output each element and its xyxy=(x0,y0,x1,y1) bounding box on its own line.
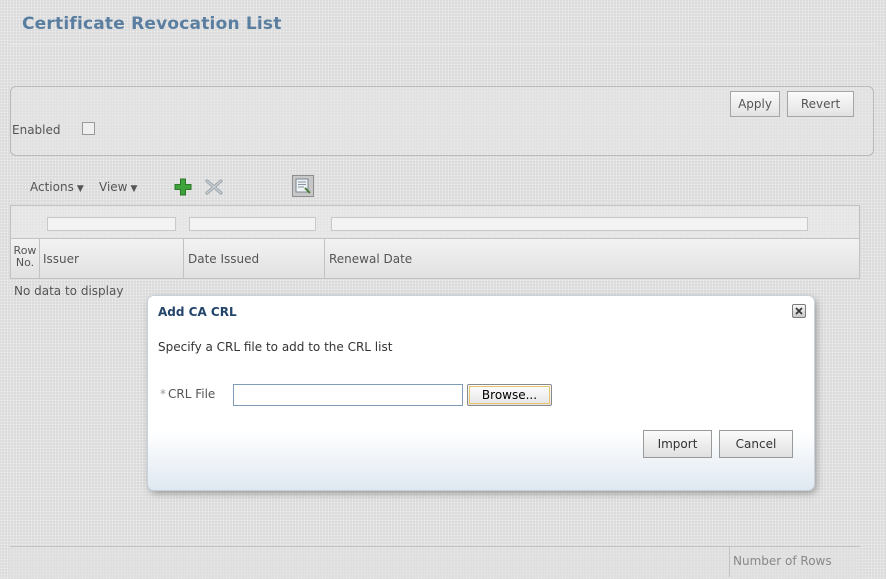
view-menu[interactable]: View ▼ xyxy=(99,180,137,194)
browse-button[interactable]: Browse... xyxy=(467,384,552,406)
enabled-label: Enabled xyxy=(12,123,61,137)
delete-icon[interactable] xyxy=(205,179,223,198)
issuer-column-header[interactable]: Issuer xyxy=(43,239,79,278)
footer-divider xyxy=(729,547,730,577)
actions-menu-label: Actions xyxy=(30,180,74,194)
crl-file-label: * CRL File xyxy=(160,387,215,401)
dialog-title: Add CA CRL xyxy=(158,305,237,319)
revert-button[interactable]: Revert xyxy=(787,91,854,117)
column-divider xyxy=(39,239,40,278)
title-divider xyxy=(10,44,876,45)
page-title: Certificate Revocation List xyxy=(22,14,282,34)
chevron-down-icon: ▼ xyxy=(130,184,138,194)
empty-table-message: No data to display xyxy=(14,284,124,298)
cancel-button[interactable]: Cancel xyxy=(719,430,793,458)
renewal-date-column-header[interactable]: Renewal Date xyxy=(329,239,412,278)
apply-button[interactable]: Apply xyxy=(730,91,780,117)
date-issued-column-header[interactable]: Date Issued xyxy=(188,239,259,278)
add-ca-crl-dialog: Add CA CRL Specify a CRL file to add to … xyxy=(148,296,814,490)
close-icon[interactable] xyxy=(792,304,806,318)
column-divider xyxy=(324,239,325,278)
detach-icon[interactable] xyxy=(292,175,314,200)
add-icon[interactable] xyxy=(174,178,192,199)
enabled-checkbox[interactable] xyxy=(82,122,95,135)
row-no-header: Row No. xyxy=(13,244,37,269)
date-issued-filter-input[interactable] xyxy=(189,217,316,231)
crl-file-input[interactable] xyxy=(233,384,463,406)
required-marker: * xyxy=(160,387,166,401)
actions-menu[interactable]: Actions ▼ xyxy=(30,180,84,194)
chevron-down-icon: ▼ xyxy=(76,184,84,194)
view-menu-label: View xyxy=(99,180,128,194)
renewal-date-filter-input[interactable] xyxy=(331,217,808,231)
import-button[interactable]: Import xyxy=(643,430,712,458)
crl-file-label-text: CRL File xyxy=(168,387,216,401)
dialog-instructions: Specify a CRL file to add to the CRL lis… xyxy=(158,340,393,354)
number-of-rows-label: Number of Rows xyxy=(733,554,832,568)
issuer-filter-input[interactable] xyxy=(47,217,176,231)
table-header: Row No. Issuer Date Issued Renewal Date xyxy=(10,239,860,279)
filter-row xyxy=(10,205,860,239)
column-divider xyxy=(183,239,184,278)
